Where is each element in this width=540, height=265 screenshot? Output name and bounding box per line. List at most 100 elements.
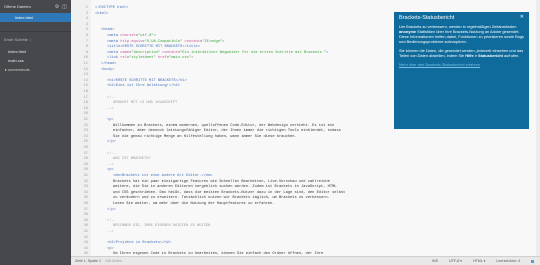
code-token: "IE=edge" [202, 39, 223, 44]
code-line: <link rel="stylesheet" href="main.css"> [107, 56, 194, 61]
sidebar: Offene Dateien ⚙ ◫ index.html Erste Schr… [0, 0, 71, 265]
open-file-label: index.html [15, 15, 34, 20]
code-token: content [184, 39, 200, 44]
line-number: 20 [83, 112, 88, 117]
code-line: und CSS geschrieben. Das heißt, dass die… [113, 190, 346, 195]
code-line: einfacher, aber dennoch leistungsfähiger… [113, 129, 341, 134]
cursor-position: Zeile 1, Spalte 1 248 Zeilen [75, 259, 432, 263]
line-number: 23 [83, 129, 88, 134]
line-number: 30 [83, 168, 88, 173]
code-token: "utf-8" [138, 34, 154, 38]
line-number: 4 [85, 22, 88, 27]
code-line: <meta charset="utf-8"> [107, 34, 156, 38]
line-number: 2 [85, 11, 88, 16]
code-token: name [120, 50, 130, 55]
code-line: <!DOCTYPE html> [95, 6, 128, 10]
line-number: 14 [83, 78, 88, 83]
line-number: 22 [83, 123, 88, 128]
code-line: --> [107, 230, 114, 234]
open-file-item[interactable]: index.html [0, 13, 71, 22]
line-number: 21 [83, 118, 88, 122]
line-number: 10 [83, 56, 88, 61]
line-number: 42 [83, 235, 88, 240]
code-line: <h2>Projekte in Brackets</h2> [107, 241, 172, 246]
line-number: 12 [83, 67, 88, 72]
code-line: Lesen Sie weiter, um mehr über die Nutzu… [113, 202, 275, 206]
line-number-gutter: 1 2 3 4 5 6 7 8 9 10 11 12 13 14 15 16 17 18 19 20 21 22 23 24 2… [71, 0, 91, 257]
code-line: <p> [107, 118, 114, 122]
line-number: 27 [83, 151, 88, 156]
line-number: 1 [85, 6, 88, 10]
line-number: 24 [83, 134, 88, 139]
split-view-icon[interactable]: ◫ [62, 4, 67, 10]
line-number: 41 [83, 230, 88, 234]
line-number: 5 [85, 28, 88, 33]
code-token: "Ein interaktiver Wegweiser für die erst… [180, 50, 327, 55]
line-number: 15 [83, 84, 88, 89]
learn-more-link[interactable]: Mehr über den Brackets-Statusbericht erf… [399, 62, 524, 67]
line-number: 43 [83, 241, 88, 246]
code-token: http-equiv [120, 39, 143, 44]
code-token: "main.css" [169, 56, 192, 61]
line-number: 25 [83, 140, 88, 145]
code-line: <head> [101, 28, 114, 32]
code-line: </head> [101, 62, 117, 66]
line-number: 29 [83, 162, 88, 167]
line-number: 44 [83, 246, 88, 251]
open-files-header: Offene Dateien ⚙ ◫ [0, 0, 71, 13]
project-dropdown[interactable]: Erste Schritte ↓ [0, 35, 71, 44]
close-icon[interactable]: ✕ [520, 15, 524, 20]
line-number: 8 [85, 45, 88, 50]
code-line: GEMACHT MIT <3 UND JAVASCRIPT [113, 101, 178, 106]
project-file-main-css[interactable]: main.css [0, 56, 71, 65]
code-token: <title>ERSTE SCHRITTE MIT BRACKETS</titl… [107, 45, 200, 50]
code-token: rel [120, 56, 127, 61]
code-token: <head> [101, 28, 115, 33]
line-number: 36 [83, 202, 88, 206]
code-line: </p> [107, 207, 116, 212]
code-token: <h2>Dies ist Ihre Anleitung!</h2> [107, 84, 181, 89]
insert-mode[interactable]: INS [432, 259, 438, 263]
line-number: 34 [83, 190, 88, 195]
code-line: Brackets hat ein paar einzigartige Featu… [113, 179, 330, 184]
code-token: "stylesheet" [129, 56, 156, 61]
gear-icon[interactable]: ⚙ [55, 4, 59, 10]
sidebar-divider [0, 31, 71, 32]
line-number: 40 [83, 224, 88, 229]
encoding-select[interactable]: UTF-8 ▾ [449, 259, 462, 263]
line-number: 38 [83, 213, 88, 218]
line-number: 18 [83, 101, 88, 106]
code-line: </p> [107, 140, 116, 145]
code-line: <!-- [107, 218, 116, 223]
notification-paragraph: Um Brackets zu verbessern, werden in reg… [399, 24, 524, 44]
line-count: 248 Zeilen [104, 259, 122, 263]
code-line: weitere, die Sie in anderen Editoren ver… [113, 185, 337, 190]
line-number: 28 [83, 157, 88, 162]
code-token: </head> [101, 62, 117, 66]
linter-status-icon[interactable] [531, 259, 534, 263]
line-number: 11 [83, 62, 88, 66]
notification-paragraph: Sie können die Daten, die gesendet werde… [399, 48, 524, 58]
code-line: <meta name="description" content="Ein in… [107, 50, 329, 55]
language-select[interactable]: HTML ▾ [473, 259, 485, 263]
code-line: Willkommen zu Brackets, einem modernen, … [113, 123, 335, 128]
project-folder-screenshots[interactable]: ▸ screenshots [0, 65, 71, 74]
notification-text: Statistiken über Ihre Brackets-Nutzung a… [399, 29, 525, 44]
line-number: 9 [85, 50, 88, 55]
line-number: 39 [83, 218, 88, 223]
code-line: zu verändern und zu erweitern. Tatsächli… [113, 196, 330, 201]
health-report-notification: ✕ Brackets-Statusbericht Um Brackets zu … [394, 12, 529, 129]
spaces-setting[interactable]: Leerzeichen: 4 [496, 259, 520, 263]
code-token: <!DOCTYPE html> [95, 6, 129, 10]
code-token: <body> [101, 67, 115, 72]
line-number: 13 [83, 73, 88, 78]
project-file-index[interactable]: index.html [0, 47, 71, 56]
code-line: <h1>ERSTE SCHRITTE MIT BRACKETS</h1> [107, 79, 187, 83]
notification-title: Brackets-Statusbericht [399, 15, 455, 21]
line-number: 17 [83, 95, 88, 100]
status-bar: Zeile 1, Spalte 1 248 Zeilen INS UTF-8 ▾… [71, 256, 540, 265]
line-number: 26 [83, 146, 88, 150]
code-token: charset [120, 34, 136, 38]
code-line: <p> [107, 246, 114, 251]
editor-scrollbar[interactable] [536, 0, 540, 257]
